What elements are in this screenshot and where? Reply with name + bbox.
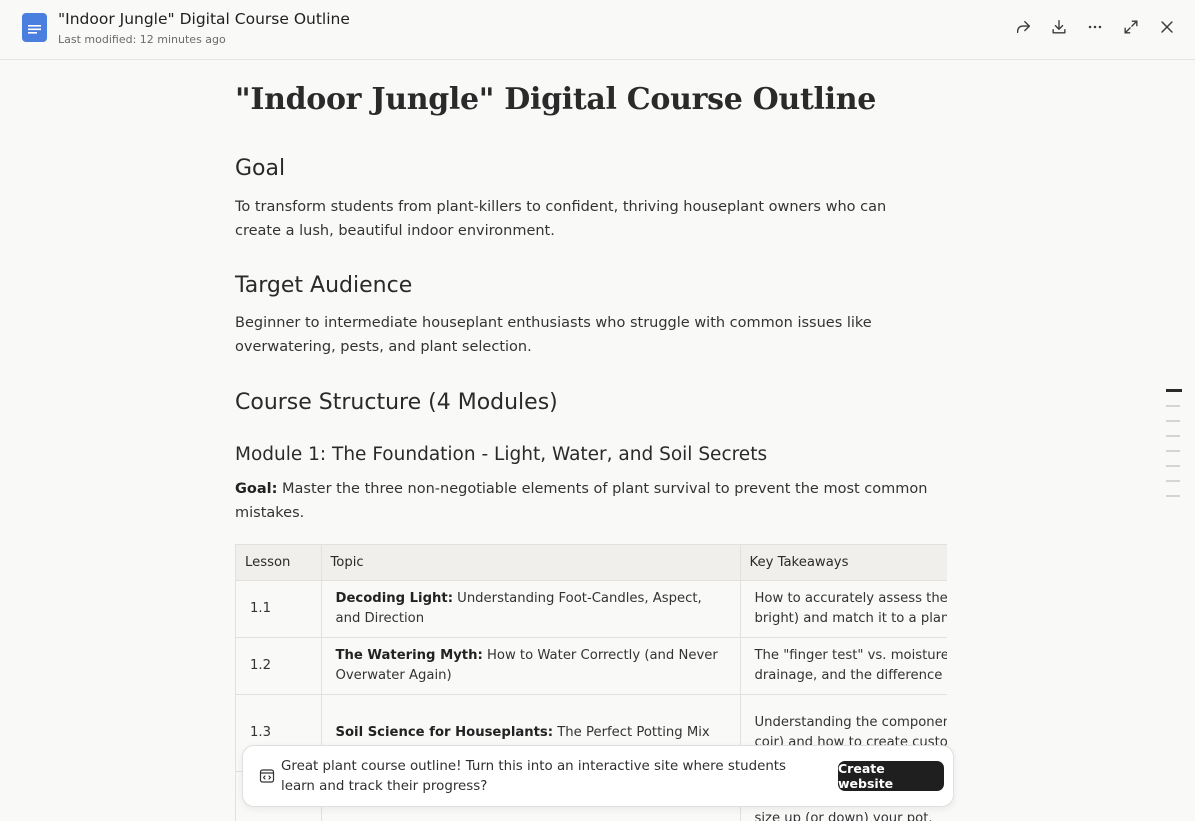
- takeaway-line: size up (or down) your pot.: [754, 810, 933, 821]
- goal-heading: Goal: [235, 156, 286, 181]
- table-header-row: Lesson Topic Key Takeaways: [236, 545, 947, 581]
- column-header-key-takeaways: Key Takeaways: [740, 545, 947, 581]
- takeaway-line: How to accurately assess the lig: [754, 590, 948, 606]
- target-audience-paragraph: Beginner to intermediate houseplant enth…: [235, 315, 872, 355]
- topic-title: Decoding Light:: [335, 590, 453, 606]
- outline-marker[interactable]: [1166, 405, 1180, 407]
- lesson-takeaways: The "finger test" vs. moisture me drainag…: [740, 637, 948, 695]
- lesson-takeaways: How to accurately assess the lig bright) …: [740, 580, 948, 638]
- share-button[interactable]: [1012, 16, 1034, 38]
- outline-marker-active[interactable]: [1166, 389, 1182, 392]
- create-website-suggestion: Great plant course outline! Turn this in…: [242, 745, 954, 807]
- download-button[interactable]: [1048, 16, 1070, 38]
- artifact-title: "Indoor Jungle" Digital Course Outline: [58, 10, 350, 28]
- table-row: 1.2 The Watering Myth: How to Water Corr…: [236, 637, 948, 695]
- goal-paragraph: To transform students from plant-killers…: [235, 199, 887, 239]
- target-audience-heading: Target Audience: [235, 273, 413, 298]
- column-header-lesson: Lesson: [236, 545, 322, 581]
- topic-title: The Watering Myth:: [335, 647, 483, 663]
- course-structure-heading: Course Structure (4 Modules): [235, 390, 558, 415]
- module-1-heading: Module 1: The Foundation - Light, Water,…: [235, 444, 768, 465]
- takeaway-line: The "finger test" vs. moisture me: [754, 647, 948, 663]
- expand-button[interactable]: [1120, 16, 1142, 38]
- create-website-button[interactable]: Create website: [838, 761, 944, 791]
- topic-title: Soil Science for Houseplants:: [335, 724, 554, 740]
- artifact-header: "Indoor Jungle" Digital Course Outline L…: [0, 0, 1195, 60]
- document-outline-navigator[interactable]: [1166, 389, 1182, 510]
- outline-marker[interactable]: [1166, 435, 1180, 437]
- lesson-number: 1.2: [236, 637, 322, 695]
- document-title: "Indoor Jungle" Digital Course Outline: [235, 82, 877, 117]
- takeaway-line: bright) and match it to a plant's: [754, 610, 948, 626]
- outline-marker[interactable]: [1166, 420, 1180, 422]
- share-icon: [1016, 20, 1030, 34]
- outline-marker[interactable]: [1166, 480, 1180, 482]
- close-icon: [1161, 21, 1173, 33]
- takeaway-line: Understanding the components: [754, 714, 948, 730]
- code-window-icon: [259, 769, 275, 783]
- takeaway-line: drainage, and the difference bet: [754, 667, 948, 683]
- download-icon: [1052, 20, 1066, 34]
- table-row: 1.1 Decoding Light: Understanding Foot-C…: [236, 580, 948, 638]
- outline-marker[interactable]: [1166, 450, 1180, 452]
- more-icon: [1088, 25, 1102, 29]
- more-options-button[interactable]: [1084, 16, 1106, 38]
- module-1-goal-paragraph: Goal: Master the three non-negotiable el…: [235, 477, 935, 525]
- outline-marker[interactable]: [1166, 465, 1180, 467]
- lesson-topic: Decoding Light: Understanding Foot-Candl…: [321, 580, 741, 638]
- outline-marker[interactable]: [1166, 495, 1180, 497]
- module-1-goal-text: Master the three non-negotiable elements…: [235, 481, 928, 521]
- lesson-topic: The Watering Myth: How to Water Correctl…: [321, 637, 741, 695]
- last-modified-text: Last modified: 12 minutes ago: [58, 33, 226, 46]
- document-icon: [22, 13, 47, 42]
- topic-description: The Perfect Potting Mix: [553, 724, 710, 740]
- lesson-number: 1.1: [236, 580, 322, 638]
- suggestion-text: Great plant course outline! Turn this in…: [281, 759, 787, 794]
- expand-icon: [1124, 20, 1138, 34]
- column-header-topic: Topic: [321, 545, 741, 581]
- module-1-goal-label: Goal:: [235, 481, 278, 497]
- close-button[interactable]: [1156, 16, 1178, 38]
